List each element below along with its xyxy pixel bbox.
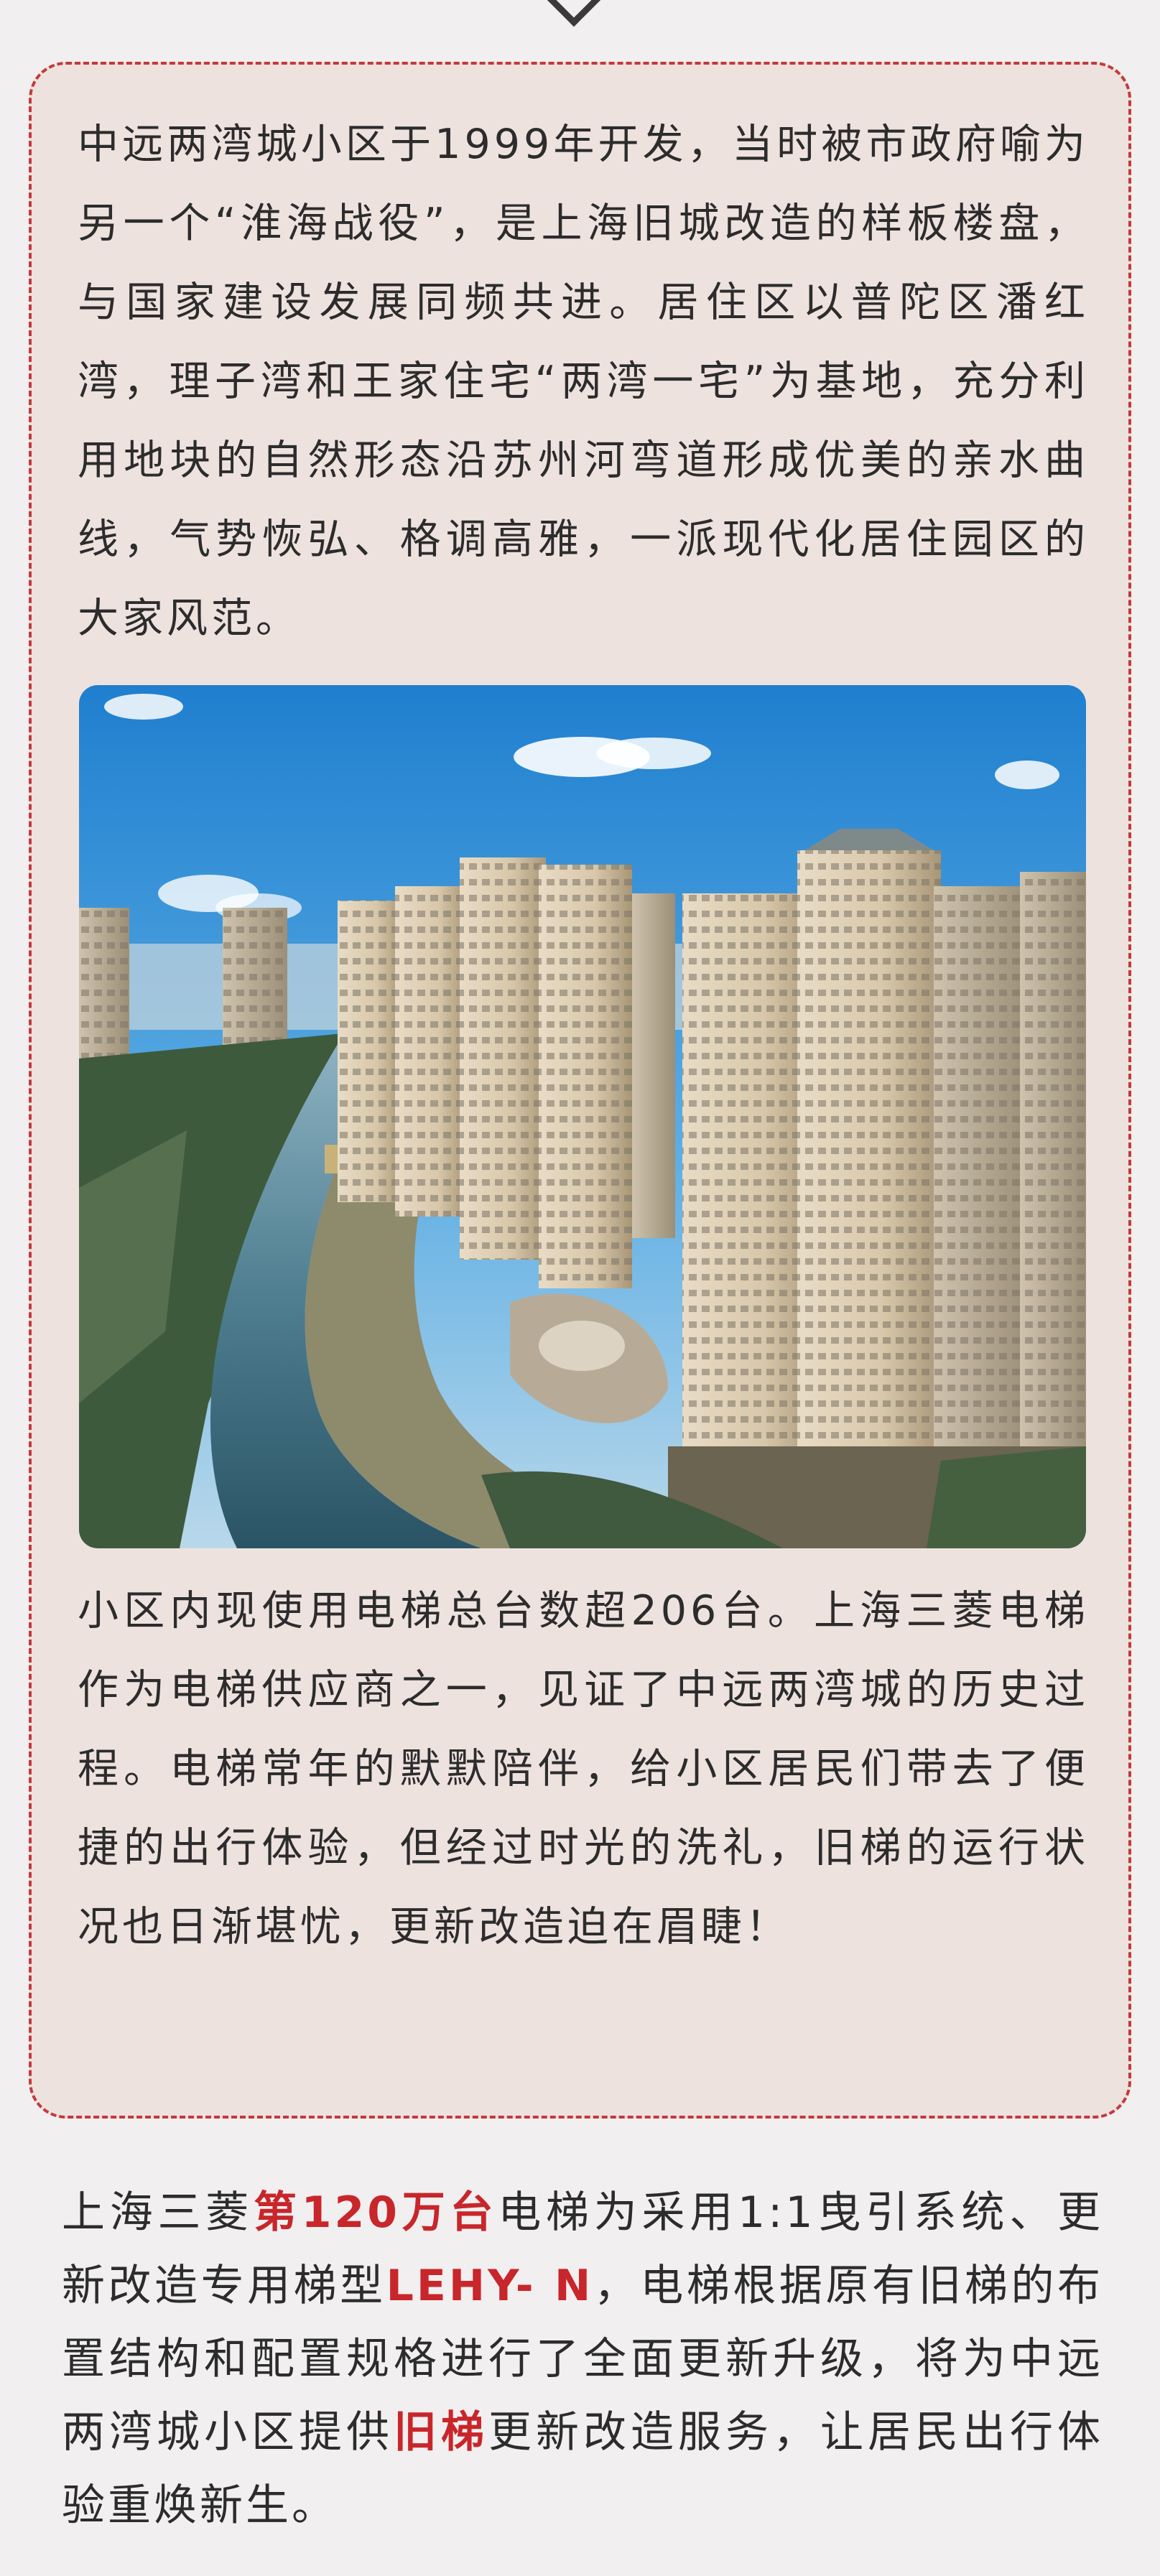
highlight-milestone: 第120万台	[254, 2187, 498, 2238]
upgrade-text-part1: 上海三菱	[62, 2187, 254, 2238]
chevron-down-icon	[541, 0, 607, 27]
intro-card: 中远两湾城小区于1999年开发，当时被市政府喻为另一个“淮海战役”，是上海旧城改…	[29, 62, 1131, 2119]
intro-paragraph: 中远两湾城小区于1999年开发，当时被市政府喻为另一个“淮海战役”，是上海旧城改…	[78, 121, 1089, 642]
upgrade-paragraph: 上海三菱第120万台电梯为采用1:1曳引系统、更新改造专用梯型LEHY- N，电…	[62, 2176, 1103, 2542]
highlight-model: LEHY- N	[386, 2261, 594, 2311]
elevator-history-paragraph: 小区内现使用电梯总台数超206台。上海三菱电梯作为电梯供应商之一，见证了中远两湾…	[78, 1587, 1089, 1950]
community-photo	[79, 685, 1086, 1548]
highlight-old-elevator: 旧梯	[394, 2407, 488, 2458]
